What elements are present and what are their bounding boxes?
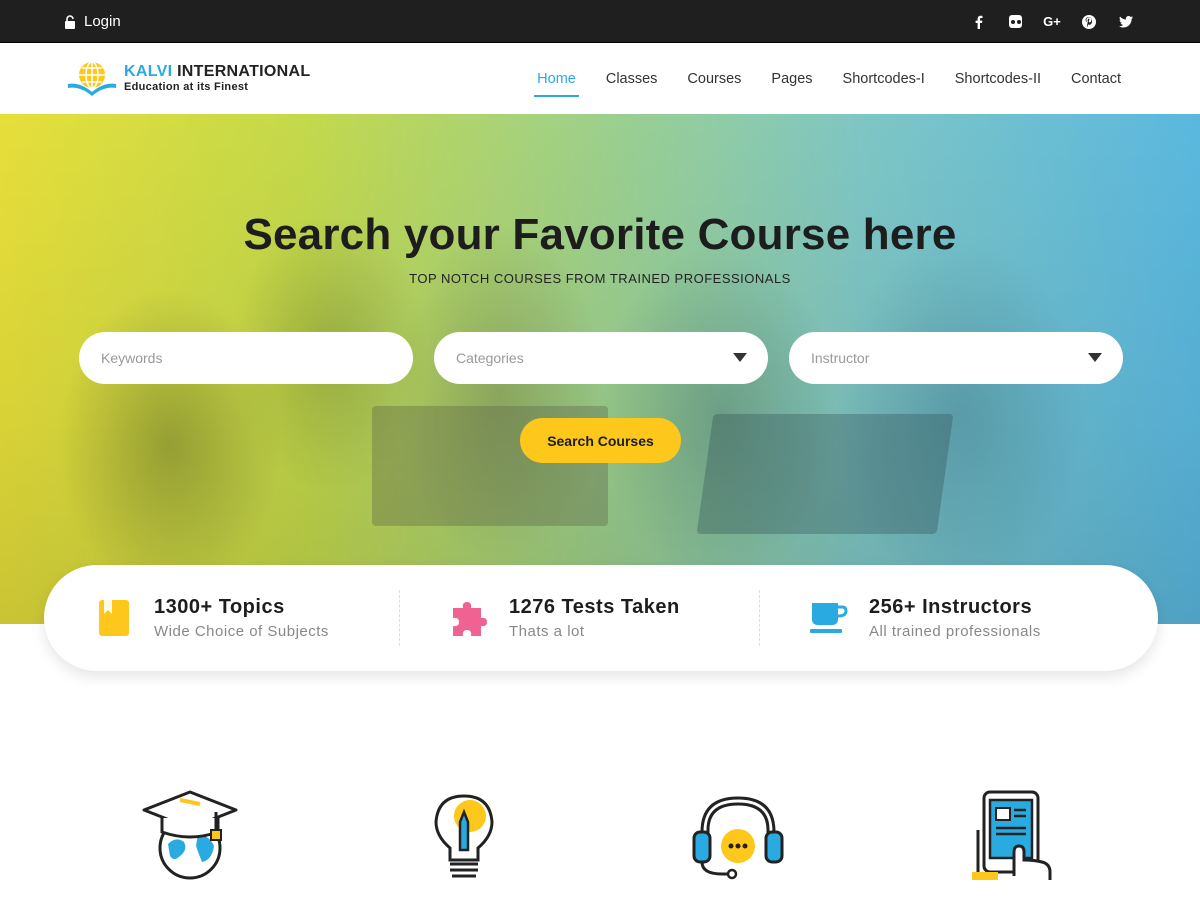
top-bar: Login G+ bbox=[0, 0, 1200, 43]
tablet-touch-icon bbox=[962, 790, 1062, 882]
nav-courses[interactable]: Courses bbox=[672, 43, 756, 114]
chevron-down-icon bbox=[733, 353, 747, 362]
headset-chat-icon bbox=[688, 790, 788, 882]
login-link[interactable]: Login bbox=[64, 0, 121, 43]
keywords-input[interactable]: Keywords bbox=[79, 332, 413, 384]
instructor-select[interactable]: Instructor bbox=[789, 332, 1123, 384]
categories-select[interactable]: Categories bbox=[434, 332, 768, 384]
nav-pages[interactable]: Pages bbox=[756, 43, 827, 114]
keywords-placeholder: Keywords bbox=[101, 350, 163, 366]
categories-placeholder: Categories bbox=[456, 350, 524, 366]
stat-tests: 1276 Tests Taken Thats a lot bbox=[449, 565, 789, 671]
main-nav: Home Classes Courses Pages Shortcodes-I … bbox=[522, 43, 1136, 114]
main-header: KALVI INTERNATIONAL Education at its Fin… bbox=[0, 43, 1200, 114]
bookmark-book-icon bbox=[94, 598, 134, 638]
hero-subtitle: TOP NOTCH COURSES FROM TRAINED PROFESSIO… bbox=[409, 271, 791, 286]
brand-tagline: Education at its Finest bbox=[124, 81, 249, 93]
stat-instructors: 256+ Instructors All trained professiona… bbox=[809, 565, 1149, 671]
puzzle-icon bbox=[449, 598, 489, 638]
nav-classes[interactable]: Classes bbox=[591, 43, 673, 114]
nav-home[interactable]: Home bbox=[522, 43, 591, 114]
twitter-icon[interactable] bbox=[1118, 14, 1134, 30]
stat-number: 1300+ Topics bbox=[154, 596, 285, 618]
stats-bar: 1300+ Topics Wide Choice of Subjects 127… bbox=[44, 565, 1158, 671]
login-label: Login bbox=[84, 13, 121, 30]
instructor-placeholder: Instructor bbox=[811, 350, 870, 366]
brand-name-part2: INTERNATIONAL bbox=[177, 63, 311, 80]
nav-shortcodes-1[interactable]: Shortcodes-I bbox=[828, 43, 940, 114]
nav-shortcodes-2[interactable]: Shortcodes-II bbox=[940, 43, 1056, 114]
hero-title: Search your Favorite Course here bbox=[243, 210, 957, 259]
stat-topics: 1300+ Topics Wide Choice of Subjects bbox=[94, 565, 434, 671]
logo-text: KALVI INTERNATIONAL Education at its Fin… bbox=[124, 63, 310, 93]
stat-label: All trained professionals bbox=[869, 623, 1041, 640]
nav-contact[interactable]: Contact bbox=[1056, 43, 1136, 114]
pinterest-icon[interactable] bbox=[1082, 14, 1096, 29]
graduation-cap-globe-icon bbox=[140, 790, 240, 882]
stat-divider bbox=[759, 590, 760, 646]
stat-number: 256+ Instructors bbox=[869, 596, 1033, 618]
site-logo[interactable]: KALVI INTERNATIONAL Education at its Fin… bbox=[66, 58, 310, 98]
brand-name-part1: KALVI bbox=[124, 63, 173, 80]
google-plus-icon[interactable]: G+ bbox=[1043, 14, 1061, 30]
stat-divider bbox=[399, 590, 400, 646]
chevron-down-icon bbox=[1088, 353, 1102, 362]
facebook-icon[interactable] bbox=[971, 14, 987, 30]
lock-icon bbox=[65, 14, 75, 29]
stat-label: Thats a lot bbox=[509, 623, 585, 640]
stat-number: 1276 Tests Taken bbox=[509, 596, 680, 618]
stat-label: Wide Choice of Subjects bbox=[154, 623, 329, 640]
search-courses-button[interactable]: Search Courses bbox=[520, 418, 681, 463]
hero-section: Search your Favorite Course here TOP NOT… bbox=[0, 114, 1200, 624]
coffee-cup-icon bbox=[809, 598, 849, 638]
social-links: G+ bbox=[971, 0, 1134, 43]
flickr-icon[interactable] bbox=[1009, 15, 1022, 28]
globe-book-logo-icon bbox=[68, 61, 116, 96]
hero-photo-laptop bbox=[696, 414, 954, 534]
lightbulb-pencil-icon bbox=[414, 790, 514, 882]
